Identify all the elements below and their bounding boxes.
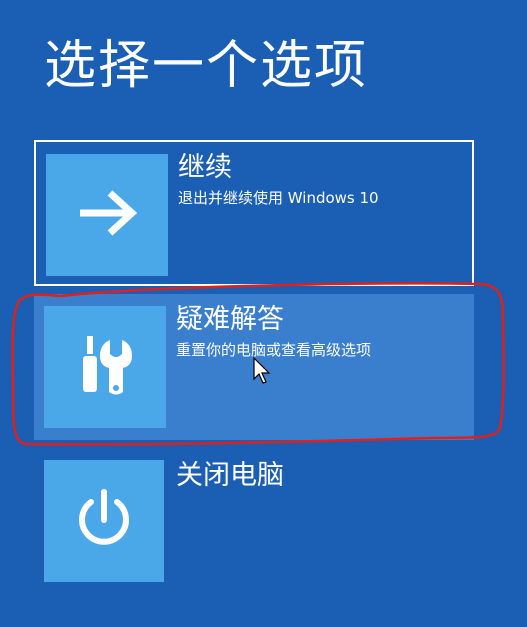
page-title: 选择一个选项 (44, 36, 369, 96)
shutdown-title: 关闭电脑 (176, 460, 284, 491)
continue-title: 继续 (178, 152, 232, 183)
arrow-right-icon (72, 185, 142, 245)
shutdown-tile[interactable] (44, 460, 164, 582)
troubleshoot-title: 疑难解答 (176, 304, 284, 335)
mouse-cursor-icon (253, 357, 271, 384)
continue-option[interactable]: 继续 退出并继续使用 Windows 10 (34, 140, 474, 286)
continue-description: 退出并继续使用 Windows 10 (178, 189, 379, 207)
shutdown-option[interactable]: 关闭电脑 (34, 450, 474, 596)
power-icon (69, 484, 139, 558)
troubleshoot-tile[interactable] (44, 306, 166, 428)
troubleshoot-description: 重置你的电脑或查看高级选项 (176, 341, 372, 359)
tools-icon (70, 330, 140, 404)
continue-tile[interactable] (46, 154, 168, 276)
